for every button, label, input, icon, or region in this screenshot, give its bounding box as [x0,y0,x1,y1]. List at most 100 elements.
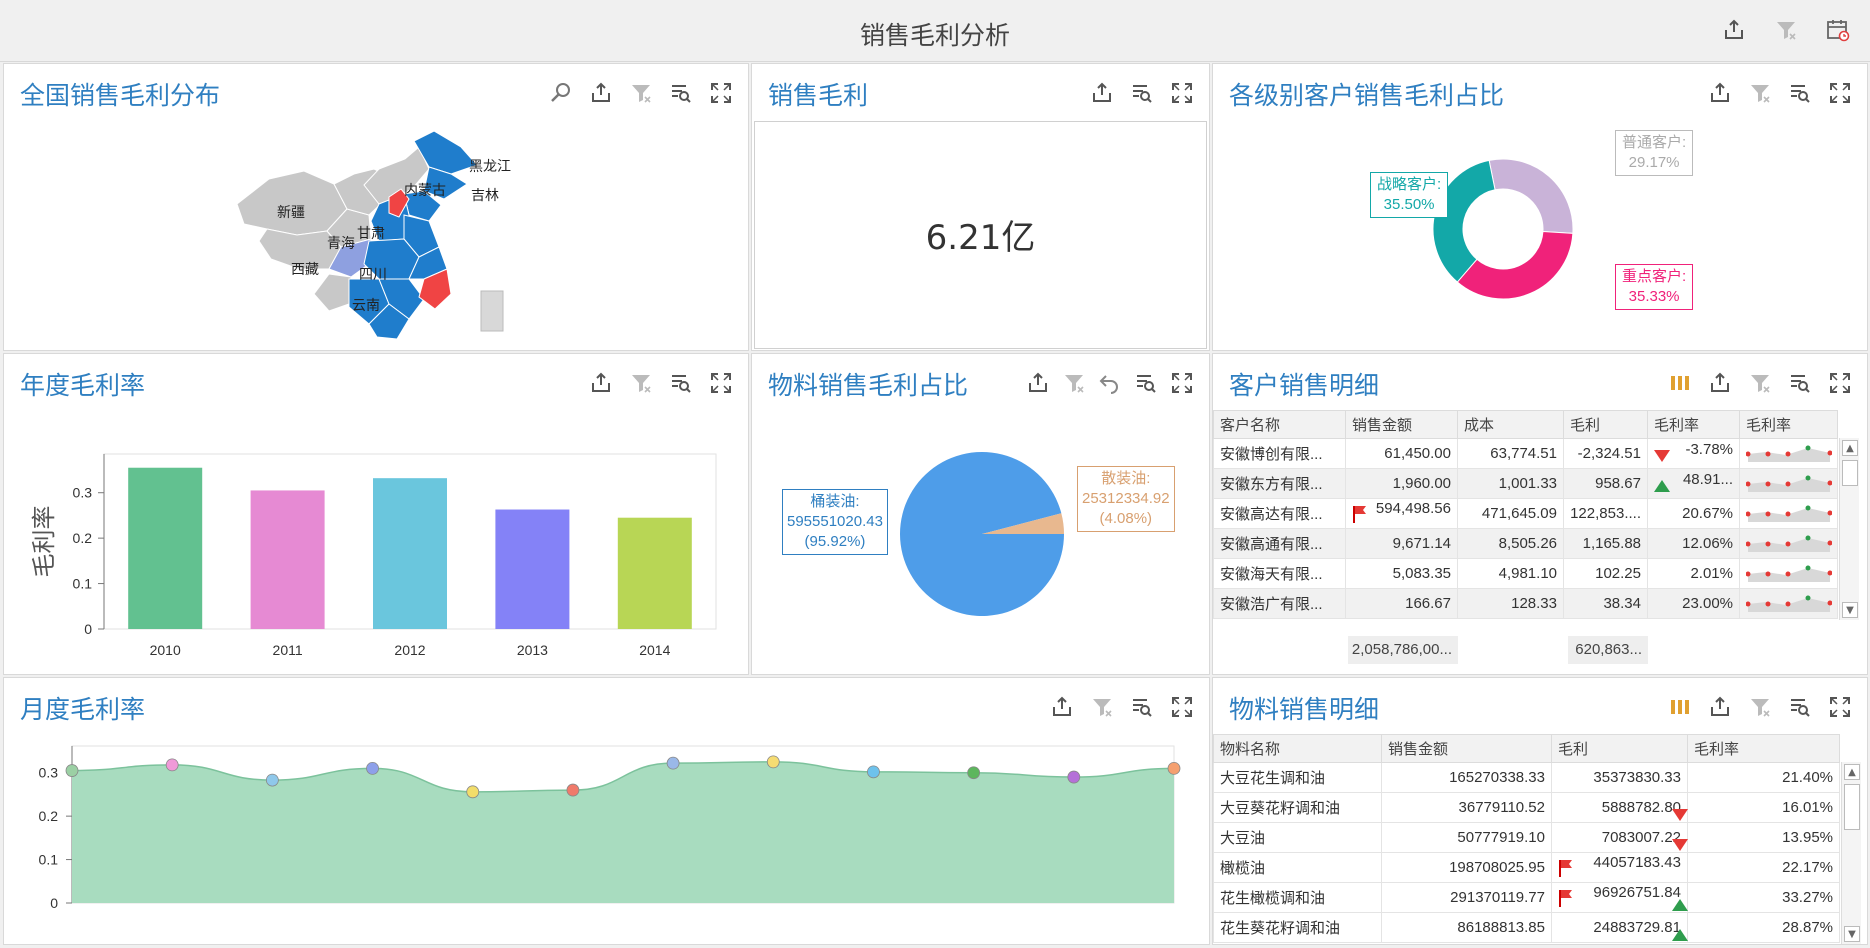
cell-profit: 35373830.33 [1551,762,1688,793]
scroll-up-arrow[interactable]: ▲ [1842,440,1858,456]
customer-panel: 客户销售明细 客户名称 销售金额 成本 毛利 毛利率 毛利率 安徽博创有限...… [1212,353,1868,675]
fullscreen-icon[interactable] [1167,692,1197,722]
scroll-down-arrow[interactable]: ▼ [1842,602,1858,618]
export-icon[interactable] [586,368,616,398]
filter-search-icon[interactable] [1127,692,1157,722]
table-row[interactable]: 安徽海天有限... 5,083.35 4,981.10 102.25 2.01% [1213,558,1838,589]
scroll-down-arrow[interactable]: ▼ [1844,926,1860,942]
data-point[interactable] [766,755,780,769]
scroll-thumb[interactable] [1844,784,1860,830]
filter-clear-icon[interactable] [1745,692,1775,722]
donut-slice[interactable] [1488,158,1574,234]
bar-chart[interactable]: 0 0.1 0.2 0.3 毛利率 2010 2011 2012 2013 2014 [4,404,744,674]
table-row[interactable]: 花生葵花籽调和油 86188813.85 24883729.81 28.87% [1213,912,1840,943]
data-point[interactable] [1167,761,1181,775]
data-point[interactable] [566,783,580,797]
table-row[interactable]: 安徽浩广有限... 166.67 128.33 38.34 23.00% [1213,588,1838,619]
col-header[interactable]: 物料名称 [1213,734,1382,763]
bar[interactable] [373,478,447,629]
data-point[interactable] [265,773,279,787]
pie-label-sanzhuang: 散装油: 25312334.92 (4.08%) [1077,466,1175,532]
table-row[interactable]: 橄榄油 198708025.95 44057183.43 22.17% [1213,852,1840,883]
table-row[interactable]: 大豆油 50777919.10 7083007.22 13.95% [1213,822,1840,853]
fullscreen-icon[interactable] [706,78,736,108]
filter-clear-icon[interactable] [1059,368,1089,398]
data-point[interactable] [1067,770,1081,784]
fullscreen-icon[interactable] [1167,368,1197,398]
cell-rate: 12.06% [1647,528,1740,559]
col-header[interactable]: 毛利 [1563,410,1648,439]
filter-clear-icon[interactable] [1745,368,1775,398]
table-row[interactable]: 安徽博创有限... 61,450.00 63,774.51 -2,324.51 -3.7… [1213,438,1838,469]
col-header[interactable]: 毛利率 [1739,410,1838,439]
material-scrollbar[interactable]: ▲ ▼ [1841,762,1861,944]
filter-clear-icon[interactable] [626,78,656,108]
area-chart[interactable]: 0 0.1 0.2 0.3 [4,736,1204,941]
filter-search-icon[interactable] [1785,368,1815,398]
col-header[interactable]: 毛利 [1551,734,1688,763]
cell-sales: 9,671.14 [1345,528,1458,559]
filter-search-icon[interactable] [1131,368,1161,398]
data-point[interactable] [867,765,880,779]
pie-chart[interactable] [897,449,1067,619]
filter-clear-icon[interactable] [1772,16,1800,44]
table-row[interactable]: 安徽东方有限... 1,960.00 1,001.33 958.67 48.91... [1213,468,1838,499]
columns-icon[interactable] [1665,368,1695,398]
export-icon[interactable] [1705,368,1735,398]
filter-search-icon[interactable] [666,368,696,398]
data-point[interactable] [666,756,680,770]
table-row[interactable]: 安徽高通有限... 9,671.14 8,505.26 1,165.88 12.06% [1213,528,1838,559]
data-point[interactable] [165,758,179,772]
calendar-clear-icon[interactable] [1824,16,1852,44]
export-icon[interactable] [1023,368,1053,398]
fullscreen-icon[interactable] [1825,692,1855,722]
filter-search-icon[interactable] [1785,692,1815,722]
table-row[interactable]: 大豆花生调和油 165270338.33 35373830.33 21.40% [1213,762,1840,793]
export-icon[interactable] [1705,78,1735,108]
zoom-icon[interactable] [546,78,576,108]
columns-icon[interactable] [1665,692,1695,722]
fullscreen-icon[interactable] [1167,78,1197,108]
donut-chart[interactable] [1413,139,1593,319]
scroll-up-arrow[interactable]: ▲ [1844,764,1860,780]
table-row[interactable]: 安徽高达有限... 594,498.56 471,645.09 122,853....… [1213,498,1838,529]
fullscreen-icon[interactable] [1825,368,1855,398]
bar[interactable] [250,490,325,629]
filter-search-icon[interactable] [1127,78,1157,108]
col-header[interactable]: 毛利率 [1647,410,1740,439]
bar-panel-title: 年度毛利率 [20,371,146,400]
col-header[interactable]: 毛利率 [1687,734,1840,763]
bar[interactable] [617,517,692,629]
col-header[interactable]: 销售金额 [1381,734,1552,763]
table-row[interactable]: 大豆葵花籽调和油 36779110.52 5888782.80 16.01% [1213,792,1840,823]
fullscreen-icon[interactable] [706,368,736,398]
fullscreen-icon[interactable] [1825,78,1855,108]
filter-search-icon[interactable] [666,78,696,108]
col-header[interactable]: 成本 [1457,410,1564,439]
data-point[interactable] [466,785,480,799]
sparkline [1745,505,1833,522]
data-point[interactable] [366,761,379,775]
scroll-thumb[interactable] [1842,460,1858,486]
data-point[interactable] [967,766,981,780]
customer-scrollbar[interactable]: ▲ ▼ [1839,438,1859,620]
export-icon[interactable] [586,78,616,108]
filter-clear-icon[interactable] [1087,692,1117,722]
down-triangle-icon [1654,450,1670,462]
bar[interactable] [495,509,570,629]
col-header[interactable]: 销售金额 [1345,410,1458,439]
filter-clear-icon[interactable] [626,368,656,398]
export-icon[interactable] [1087,78,1117,108]
china-map[interactable]: 黑龙江 吉林 内蒙古 新疆 甘肃 青海 西藏 四川 云南 [229,129,529,344]
undo-icon[interactable] [1095,368,1125,398]
filter-clear-icon[interactable] [1745,78,1775,108]
donut-slice[interactable] [1456,230,1574,300]
data-point[interactable] [65,764,79,777]
export-icon[interactable] [1047,692,1077,722]
table-row[interactable]: 花生橄榄调和油 291370119.77 96926751.84 33.27% [1213,882,1840,913]
filter-search-icon[interactable] [1785,78,1815,108]
bar[interactable] [128,467,203,629]
export-icon[interactable] [1720,16,1748,44]
col-header[interactable]: 客户名称 [1213,410,1346,439]
export-icon[interactable] [1705,692,1735,722]
